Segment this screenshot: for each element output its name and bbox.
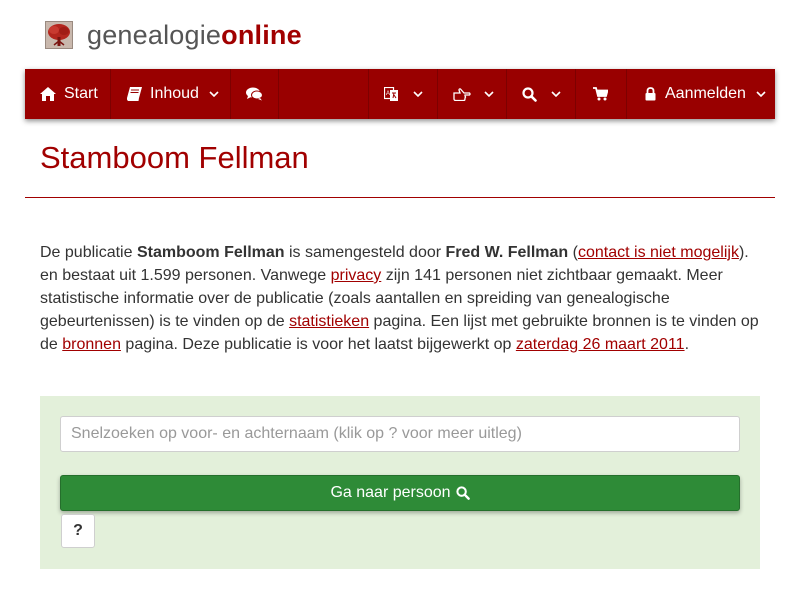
nav-shop[interactable] bbox=[576, 69, 627, 119]
title-divider bbox=[25, 197, 775, 198]
publication-description: De publicatie Stamboom Fellman is sameng… bbox=[40, 241, 765, 356]
nav-share-dropdown[interactable] bbox=[438, 69, 507, 119]
author-name: Fred W. Fellman bbox=[445, 244, 569, 261]
site-name: genealogieonline bbox=[87, 20, 302, 51]
nav-start-label: Start bbox=[64, 85, 98, 102]
svg-text:A: A bbox=[386, 91, 390, 97]
site-logo[interactable]: genealogieonline bbox=[45, 18, 302, 52]
nav-login-label: Aanmelden bbox=[665, 85, 746, 102]
intro-text: . bbox=[684, 336, 690, 353]
sources-link[interactable]: bronnen bbox=[62, 336, 121, 353]
main-navbar: Start Inhoud A Aanmelden bbox=[25, 69, 775, 119]
intro-text: pagina. Deze publicatie is voor het laat… bbox=[120, 336, 516, 353]
chevron-down-icon bbox=[484, 91, 494, 97]
book-icon bbox=[127, 87, 142, 101]
hand-pointer-icon bbox=[453, 87, 471, 101]
chevron-down-icon bbox=[209, 91, 219, 97]
comments-icon bbox=[246, 87, 263, 101]
nav-search-dropdown[interactable] bbox=[507, 69, 576, 119]
home-icon bbox=[40, 87, 56, 101]
tree-icon bbox=[45, 21, 73, 49]
intro-text: is samengesteld door bbox=[284, 244, 446, 261]
contact-link[interactable]: contact is niet mogelijk bbox=[578, 244, 739, 261]
nav-language-dropdown[interactable]: A bbox=[369, 69, 438, 119]
chevron-down-icon bbox=[756, 91, 766, 97]
site-name-part2: online bbox=[221, 19, 302, 50]
search-icon bbox=[455, 486, 470, 500]
nav-content-label: Inhoud bbox=[150, 85, 199, 102]
statistics-link[interactable]: statistieken bbox=[289, 313, 369, 330]
page-title: Stamboom Fellman bbox=[40, 140, 309, 175]
last-updated-link[interactable]: zaterdag 26 maart 2011 bbox=[516, 336, 685, 353]
publication-name: Stamboom Fellman bbox=[136, 244, 285, 261]
nav-forum[interactable] bbox=[231, 69, 279, 119]
shopping-cart-icon bbox=[593, 87, 608, 101]
go-to-person-label: Ga naar persoon bbox=[330, 484, 451, 501]
nav-content-dropdown[interactable]: Inhoud bbox=[111, 69, 231, 119]
intro-text: ( bbox=[568, 244, 578, 261]
search-icon bbox=[522, 86, 537, 102]
quick-search-input[interactable] bbox=[60, 416, 740, 452]
nav-start[interactable]: Start bbox=[25, 69, 111, 119]
site-name-part1: genealogie bbox=[87, 19, 222, 50]
translate-icon: A bbox=[384, 86, 400, 102]
quick-search-panel: Ga naar persoon ? bbox=[40, 396, 760, 569]
nav-spacer bbox=[279, 69, 369, 119]
chevron-down-icon bbox=[413, 91, 423, 97]
privacy-link[interactable]: privacy bbox=[331, 267, 382, 284]
chevron-down-icon bbox=[551, 91, 561, 97]
nav-login-dropdown[interactable]: Aanmelden bbox=[627, 69, 775, 119]
intro-text: De publicatie bbox=[40, 244, 137, 261]
go-to-person-button[interactable]: Ga naar persoon bbox=[60, 475, 740, 511]
lock-icon bbox=[645, 87, 656, 101]
search-help-button[interactable]: ? bbox=[61, 514, 95, 548]
